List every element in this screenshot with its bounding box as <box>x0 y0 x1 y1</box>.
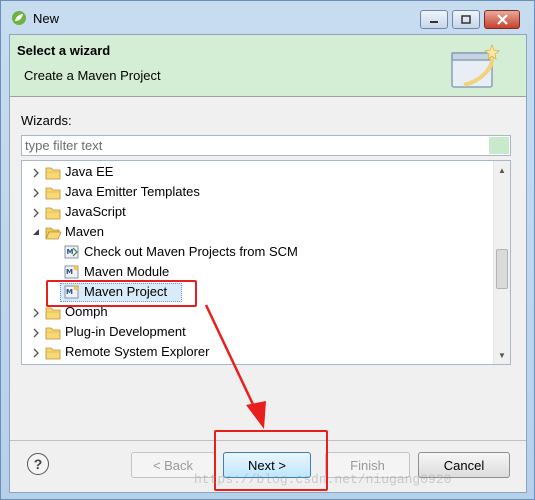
chevron-right-icon[interactable] <box>31 348 41 358</box>
tree-item-javascript[interactable]: JavaScript <box>22 203 492 223</box>
banner-title: Select a wizard <box>17 43 111 58</box>
chevron-right-icon[interactable] <box>31 308 41 318</box>
folder-icon <box>45 347 61 360</box>
annotation-arrow-icon <box>204 304 266 429</box>
minimize-button[interactable] <box>420 10 448 29</box>
minimize-icon <box>430 20 438 23</box>
chevron-right-icon[interactable] <box>31 168 41 178</box>
wizard-banner: Select a wizard Create a Maven Project <box>10 35 526 97</box>
tree-item-java-emitter-templates[interactable]: Java Emitter Templates <box>22 183 492 203</box>
help-icon: ? <box>33 456 43 472</box>
filter-input[interactable] <box>22 136 482 155</box>
wizard-banner-icon <box>451 43 500 88</box>
title-bar[interactable]: New <box>1 1 534 35</box>
window-title: New <box>33 11 60 26</box>
spring-leaf-icon <box>12 11 26 25</box>
maximize-icon <box>461 15 471 24</box>
folder-icon <box>45 167 61 180</box>
maven-checkout-icon: M <box>64 245 79 259</box>
chevron-right-icon[interactable] <box>31 208 41 218</box>
annotation-highlight-maven-project <box>46 280 197 307</box>
banner-description: Create a Maven Project <box>24 68 161 83</box>
tree-item-label: Java EE <box>65 164 114 179</box>
tree-item-label: Remote System Explorer <box>65 344 210 359</box>
filter-field[interactable] <box>21 135 511 156</box>
chevron-right-icon[interactable] <box>31 328 41 338</box>
folder-open-icon <box>45 227 61 240</box>
tree-item-maven[interactable]: Maven <box>22 223 492 243</box>
folder-icon <box>45 207 61 220</box>
tree-item-label: Plug-in Development <box>65 324 186 339</box>
dialog-client-area: Select a wizard Create a Maven Project W… <box>9 34 527 493</box>
tree-item-label: JavaScript <box>65 204 126 219</box>
chevron-down-icon[interactable] <box>31 228 41 238</box>
tree-item-java-ee[interactable]: Java EE <box>22 163 492 183</box>
tree-item-label: Maven Module <box>84 264 170 279</box>
svg-text:M: M <box>66 268 73 276</box>
tree-scrollbar[interactable]: ▲ ▼ <box>493 161 510 364</box>
tree-item-label: Check out Maven Projects from SCM <box>84 244 298 259</box>
scroll-up-arrow-icon[interactable]: ▲ <box>497 165 507 175</box>
tree-item-maven-checkout-scm[interactable]: M Check out Maven Projects from SCM <box>22 243 492 263</box>
help-button[interactable]: ? <box>27 453 49 475</box>
scroll-down-arrow-icon[interactable]: ▼ <box>497 350 507 360</box>
svg-text:M: M <box>67 248 74 256</box>
close-button[interactable] <box>484 10 520 29</box>
folder-icon <box>45 307 61 320</box>
close-icon <box>496 14 508 25</box>
folder-icon <box>45 187 61 200</box>
tree-item-label: Maven <box>65 224 105 239</box>
scrollbar-thumb[interactable] <box>496 249 508 289</box>
chevron-right-icon[interactable] <box>31 188 41 198</box>
filter-clear-button[interactable] <box>489 137 509 154</box>
folder-icon <box>45 327 61 340</box>
maximize-button[interactable] <box>452 10 480 29</box>
watermark-text: https://blog.csdn.net/niugang0920 <box>194 472 452 487</box>
wizards-label: Wizards: <box>21 113 72 128</box>
maven-module-icon: M <box>64 265 79 279</box>
tree-item-label: Java Emitter Templates <box>65 184 200 199</box>
new-wizard-window: New Select a wizard Create a Maven Proje… <box>0 0 535 500</box>
